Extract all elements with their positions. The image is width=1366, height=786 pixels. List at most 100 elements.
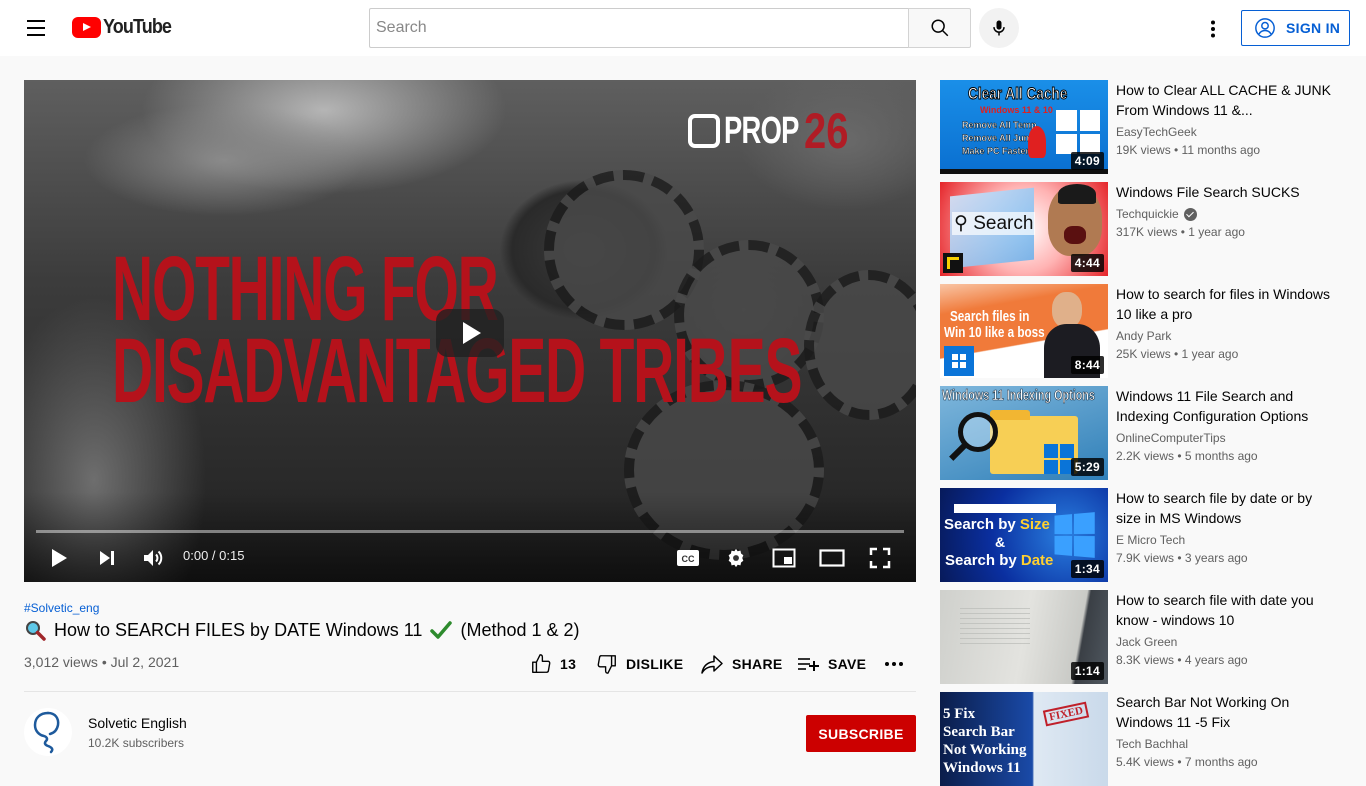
recommended-video[interactable]: 5 Fix Search Bar Not Working Windows 11 … <box>940 692 1340 786</box>
account-icon <box>1255 18 1275 38</box>
recommended-video-title[interactable]: How to search file with date you know - … <box>1116 590 1331 630</box>
recommended-video-title[interactable]: How to search for files in Windows 10 li… <box>1116 284 1331 324</box>
recommended-video-meta: 19K views • 11 months ago <box>1116 143 1261 157</box>
channel-name[interactable]: Solvetic English <box>88 715 187 731</box>
rocket-graphic <box>1028 126 1046 158</box>
verified-badge-icon <box>1183 207 1197 221</box>
recommended-video-title[interactable]: How to search file by date or by size in… <box>1116 488 1331 528</box>
settings-button[interactable] <box>722 543 750 573</box>
thumbs-down-icon <box>597 655 616 674</box>
recommended-channel-name[interactable]: EasyTechGeek <box>1116 125 1197 139</box>
recommended-video[interactable]: 1:14 How to search file with date you kn… <box>940 590 1340 684</box>
video-thumbnail[interactable]: Search files in Win 10 like a boss 8:44 <box>940 284 1108 378</box>
techquickie-logo-icon <box>943 253 963 273</box>
video-duration: 5:29 <box>1070 458 1104 476</box>
video-title-suffix: (Method 1 & 2) <box>460 619 580 640</box>
recommended-video[interactable]: Windows 11 Indexing Options 5:29 Windows… <box>940 386 1340 480</box>
recommended-video-title[interactable]: Windows File Search SUCKS <box>1116 182 1331 202</box>
recommended-video[interactable]: Clear All Cache Windows 11 & 10 Remove A… <box>940 80 1340 174</box>
save-button[interactable]: SAVE <box>796 650 866 678</box>
search-box <box>369 8 971 48</box>
recommended-channel-name[interactable]: Techquickie <box>1116 207 1197 221</box>
video-thumbnail[interactable]: ⚲ Search 4:44 <box>940 182 1108 276</box>
person-graphic <box>1052 292 1082 328</box>
windows-logo-graphic <box>1054 512 1095 558</box>
recommended-video-title[interactable]: Search Bar Not Working On Windows 11 -5 … <box>1116 692 1331 732</box>
recommended-video-meta: 8.3K views • 4 years ago <box>1116 653 1248 667</box>
recommended-channel-name[interactable]: Jack Green <box>1116 635 1177 649</box>
views-and-date: 3,012 views • Jul 2, 2021 <box>24 654 180 670</box>
large-play-button[interactable] <box>436 309 504 357</box>
subscribe-button[interactable]: SUBSCRIBE <box>806 715 916 752</box>
video-thumbnail[interactable]: 1:14 <box>940 590 1108 684</box>
video-duration: 4:44 <box>1070 254 1104 272</box>
recommended-video-meta: 317K views • 1 year ago <box>1116 225 1245 239</box>
recommended-video-meta: 25K views • 1 year ago <box>1116 347 1239 361</box>
share-arrow-icon <box>701 655 723 674</box>
svg-text:CC: CC <box>682 554 695 564</box>
recommended-channel-name[interactable]: Tech Bachhal <box>1116 737 1188 751</box>
share-button[interactable]: SHARE <box>700 650 783 678</box>
dislike-button[interactable]: DISLIKE <box>596 650 683 678</box>
video-thumbnail[interactable]: 5 Fix Search Bar Not Working Windows 11 … <box>940 692 1108 786</box>
recommended-video-meta: 7.9K views • 3 years ago <box>1116 551 1248 565</box>
search-button[interactable] <box>908 8 971 48</box>
search-input[interactable] <box>369 8 908 48</box>
volume-button[interactable] <box>140 543 166 573</box>
dislike-label: DISLIKE <box>626 656 684 672</box>
captions-icon: CC <box>677 550 699 566</box>
recommended-video-title[interactable]: How to Clear ALL CACHE & JUNK From Windo… <box>1116 80 1331 120</box>
save-label: SAVE <box>828 656 867 672</box>
gear-icon <box>728 548 744 568</box>
recommended-channel-name[interactable]: OnlineComputerTips <box>1116 431 1226 445</box>
divider <box>24 691 916 692</box>
like-count: 13 <box>560 656 577 672</box>
menu-button[interactable] <box>20 12 52 44</box>
captions-button[interactable]: CC <box>674 543 702 573</box>
next-button[interactable] <box>94 543 120 573</box>
youtube-play-icon <box>72 17 101 38</box>
video-thumbnail[interactable]: Clear All Cache Windows 11 & 10 Remove A… <box>940 80 1108 174</box>
volume-icon <box>144 550 163 566</box>
youtube-logo[interactable]: YouTube <box>72 16 179 39</box>
voice-search-button[interactable] <box>979 8 1019 48</box>
time-display: 0:00 / 0:15 <box>183 548 245 563</box>
more-actions-button[interactable] <box>884 650 912 678</box>
hashtag-link[interactable]: #Solvetic_eng <box>24 601 99 615</box>
video-thumbnail[interactable]: Windows 11 Indexing Options 5:29 <box>940 386 1108 480</box>
miniplayer-icon <box>772 548 796 568</box>
windows-logo-graphic <box>1044 444 1074 474</box>
subscriber-count: 10.2K subscribers <box>88 736 185 750</box>
video-thumbnail[interactable]: Search by Size & Search by Date 1:34 <box>940 488 1108 582</box>
fullscreen-button[interactable] <box>866 543 894 573</box>
channel-avatar[interactable] <box>24 708 72 756</box>
sign-in-button[interactable]: SIGN IN <box>1241 10 1350 46</box>
recommended-video[interactable]: Search files in Win 10 like a boss 8:44 … <box>940 284 1340 378</box>
recommended-video[interactable]: ⚲ Search 4:44 Windows File Search SUCKS … <box>940 182 1340 276</box>
playlist-add-icon <box>798 658 819 671</box>
settings-more-button[interactable] <box>1200 16 1226 42</box>
play-button[interactable] <box>46 543 72 573</box>
video-title-text: How to SEARCH FILES by DATE Windows 11 <box>54 619 423 640</box>
miniplayer-button[interactable] <box>770 543 798 573</box>
like-button[interactable]: 13 <box>530 650 576 678</box>
recommended-video[interactable]: Search by Size & Search by Date 1:34 How… <box>940 488 1340 582</box>
screen-content-graphic <box>960 608 1030 648</box>
fixed-stamp-graphic: FIXED <box>1042 701 1090 727</box>
thumbs-up-icon <box>532 654 551 673</box>
recommended-channel-name[interactable]: Andy Park <box>1116 329 1171 343</box>
video-player[interactable]: PROP 26 NOTHING FOR DISADVANTAGED TRIBES… <box>24 80 916 582</box>
search-bar-graphic <box>954 504 1056 513</box>
windows-10-logo-icon <box>944 346 974 376</box>
recommended-video-title[interactable]: Windows 11 File Search and Indexing Conf… <box>1116 386 1331 426</box>
progress-bar[interactable] <box>36 530 904 533</box>
share-label: SHARE <box>732 656 783 672</box>
more-vertical-icon <box>1211 20 1215 38</box>
top-bar: YouTube SIGN IN <box>0 0 1366 56</box>
windows-logo-graphic <box>1056 110 1100 154</box>
recommended-channel-name[interactable]: E Micro Tech <box>1116 533 1185 547</box>
check-mark-emoji-icon <box>430 621 453 639</box>
logo-text: YouTube <box>103 16 172 38</box>
theater-mode-button[interactable] <box>818 543 846 573</box>
video-duration: 1:14 <box>1070 662 1104 680</box>
